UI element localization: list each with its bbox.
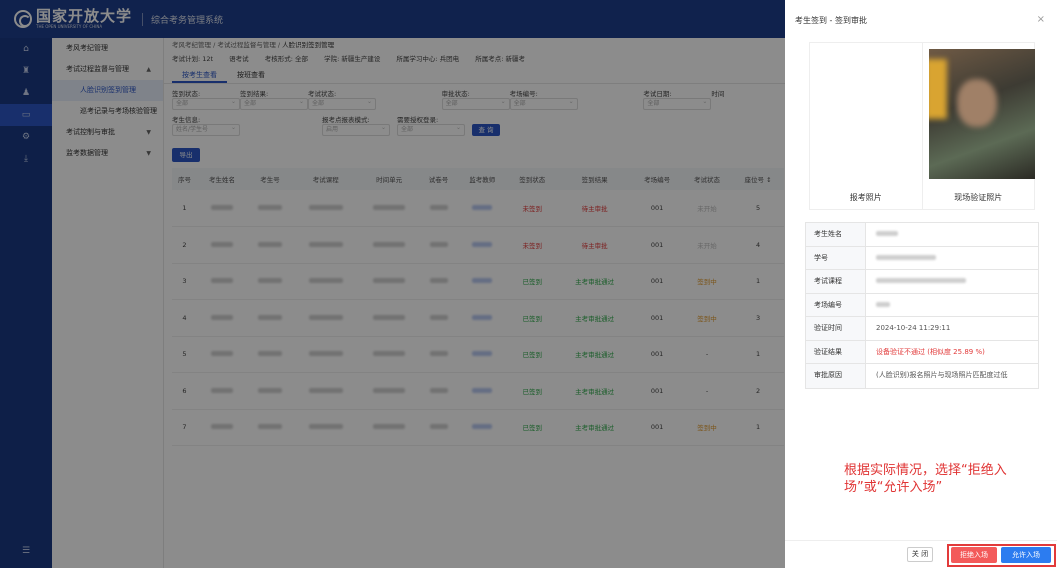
- photo-compare: 报考照片 现场验证照片: [809, 42, 1035, 210]
- modal-overlay[interactable]: [0, 0, 785, 568]
- info-row-student-id: 学号: [806, 246, 1038, 270]
- info-row-reason: 审批原因 (人脸识别)报名照片与现场照片匹配度过低: [806, 364, 1038, 388]
- reject-entry-button[interactable]: 拒绝入场: [951, 547, 997, 563]
- close-button[interactable]: 关 闭: [907, 547, 933, 562]
- drawer-title: 考生签到 - 签到审批: [795, 16, 867, 25]
- info-row-name: 考生姓名: [806, 223, 1038, 247]
- registered-photo: 报考照片: [810, 43, 923, 209]
- registered-photo-caption: 报考照片: [849, 193, 882, 202]
- info-row-course: 考试课程: [806, 270, 1038, 294]
- live-photo-caption: 现场验证照片: [954, 193, 1003, 202]
- close-icon[interactable]: ×: [1037, 14, 1045, 25]
- candidate-info-table: 考生姓名 学号 考试课程 考场编号 验证时间 2024-10-24 11:29:…: [805, 222, 1039, 389]
- info-row-verify-result: 验证结果 设备验证不通过 (相似度 25.89 %): [806, 340, 1038, 364]
- instruction-annotation: 根据实际情况，选择“拒绝入场”或“允许入场”: [844, 463, 1007, 495]
- info-row-verify-time: 验证时间 2024-10-24 11:29:11: [806, 317, 1038, 341]
- info-row-room: 考场编号: [806, 293, 1038, 317]
- allow-entry-button[interactable]: 允许入场: [1001, 547, 1051, 563]
- live-photo: 现场验证照片: [923, 43, 1035, 209]
- live-photo-image: [928, 49, 1035, 179]
